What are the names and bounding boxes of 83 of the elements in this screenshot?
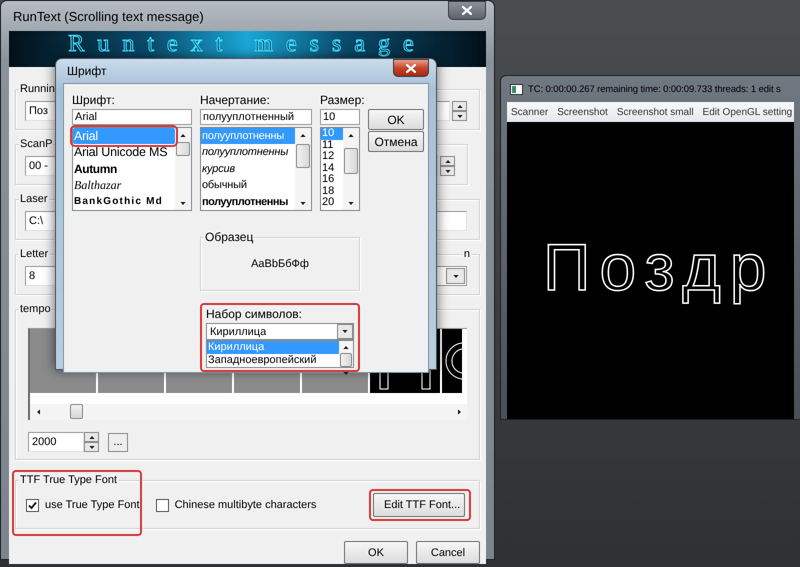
close-button[interactable] <box>393 59 429 77</box>
scroll-thumb[interactable] <box>296 144 310 168</box>
window-title: RunText (Scrolling text message) <box>12 8 205 24</box>
window-title: TC: 0:00:00.267 remaining time: 0:00:09.733 threads: 1 edit s <box>528 84 782 94</box>
input-field[interactable]: 10 <box>320 109 360 125</box>
down-arrow-icon <box>342 330 348 333</box>
scroll-thumb[interactable] <box>176 142 190 156</box>
menu-item[interactable]: Scanner <box>511 106 548 118</box>
scroll-thumb[interactable] <box>340 353 352 367</box>
down-arrow-icon <box>300 202 306 204</box>
list-item[interactable]: 16 <box>321 174 343 186</box>
dialog-button[interactable]: OK <box>368 109 424 130</box>
browse-button[interactable]: ... <box>108 432 128 452</box>
list-item[interactable]: 14 <box>321 162 343 174</box>
checkbox[interactable] <box>156 498 169 512</box>
spin-up-button[interactable] <box>84 432 99 442</box>
edit-font-button[interactable]: Edit TTF Font... <box>373 493 465 517</box>
list-item[interactable]: полууплотненны <box>201 144 295 161</box>
group-label: TTF True Type Font <box>19 473 118 487</box>
checkbox-label[interactable]: use True Type Font <box>45 499 140 511</box>
list-item[interactable]: полууплотненны <box>201 194 295 210</box>
dropdown[interactable]: Кириллица <box>206 323 354 340</box>
spin-down-button[interactable] <box>452 111 467 121</box>
field-label: Набор символов: <box>206 307 302 321</box>
scroll-thumb[interactable] <box>344 148 358 174</box>
vertical-scrollbar[interactable] <box>175 128 191 210</box>
up-arrow-icon <box>88 436 94 438</box>
vertical-scrollbar[interactable] <box>343 128 359 210</box>
group-label: tempo <box>19 302 52 316</box>
down-arrow-icon <box>343 372 349 374</box>
list-item[interactable]: BankGothic Md <box>73 194 175 210</box>
up-arrow-icon <box>300 134 306 136</box>
down-arrow-icon <box>444 170 450 172</box>
menu-item[interactable]: Screenshot small <box>616 106 694 118</box>
input-field[interactable]: полууплотненный <box>200 109 312 125</box>
frame-thumbnail[interactable] <box>442 329 462 393</box>
field-label: Шрифт: <box>72 94 116 107</box>
down-arrow-icon <box>88 446 94 448</box>
dialog-button[interactable]: Отмена <box>368 131 424 152</box>
left-arrow-icon <box>36 409 40 415</box>
close-button[interactable] <box>448 1 486 20</box>
input-field[interactable]: Arial <box>72 109 192 125</box>
group-label: Образец <box>204 230 254 244</box>
up-arrow-icon <box>348 134 354 136</box>
list-item[interactable]: 11 <box>321 140 343 151</box>
close-icon <box>406 64 416 72</box>
list-item[interactable]: Balthazar <box>73 177 175 194</box>
vertical-scrollbar[interactable] <box>295 128 311 210</box>
down-arrow-icon <box>456 114 462 118</box>
list-item[interactable]: Западноевропейский <box>207 354 339 366</box>
list-item[interactable]: курсив <box>201 160 295 178</box>
list-item[interactable]: Arial Unicode MS <box>73 144 175 161</box>
field-label: Начертание: <box>200 94 271 107</box>
close-icon <box>462 6 472 15</box>
dialog-title: Шрифт <box>66 64 108 78</box>
number-field[interactable]: 2000 <box>28 432 84 452</box>
list-item[interactable]: 18 <box>321 186 343 197</box>
up-arrow-icon <box>180 134 186 136</box>
dialog-button[interactable]: Cancel <box>416 541 480 564</box>
up-arrow-icon <box>456 104 462 108</box>
app-icon <box>510 84 523 94</box>
up-arrow-icon <box>444 160 450 162</box>
down-arrow-icon <box>348 202 354 204</box>
down-arrow-icon <box>180 202 186 204</box>
spin-down-button[interactable] <box>440 166 455 176</box>
right-arrow-icon <box>458 409 460 415</box>
list-item[interactable]: Autumn <box>73 160 175 178</box>
menu-item[interactable]: Screenshot <box>557 106 608 118</box>
list-item[interactable]: 12 <box>321 151 343 162</box>
up-arrow-icon <box>343 346 349 348</box>
font-sample: AaBbБбФф <box>251 258 309 270</box>
dialog-button[interactable]: OK <box>344 541 408 564</box>
scroll-thumb[interactable] <box>70 404 83 419</box>
list-item[interactable]: обычный <box>201 177 295 194</box>
checkbox[interactable] <box>26 498 39 512</box>
spin-up-button[interactable] <box>440 156 455 166</box>
spin-down-button[interactable] <box>84 442 99 452</box>
list-item[interactable]: 20 <box>321 197 343 208</box>
checkbox-label[interactable]: Chinese multibyte characters <box>174 499 316 511</box>
menu-item[interactable]: Edit OpenGL setting <box>702 106 792 118</box>
down-arrow-icon <box>452 274 458 278</box>
horizontal-scrollbar[interactable] <box>28 404 467 420</box>
spin-up-button[interactable] <box>452 101 467 111</box>
